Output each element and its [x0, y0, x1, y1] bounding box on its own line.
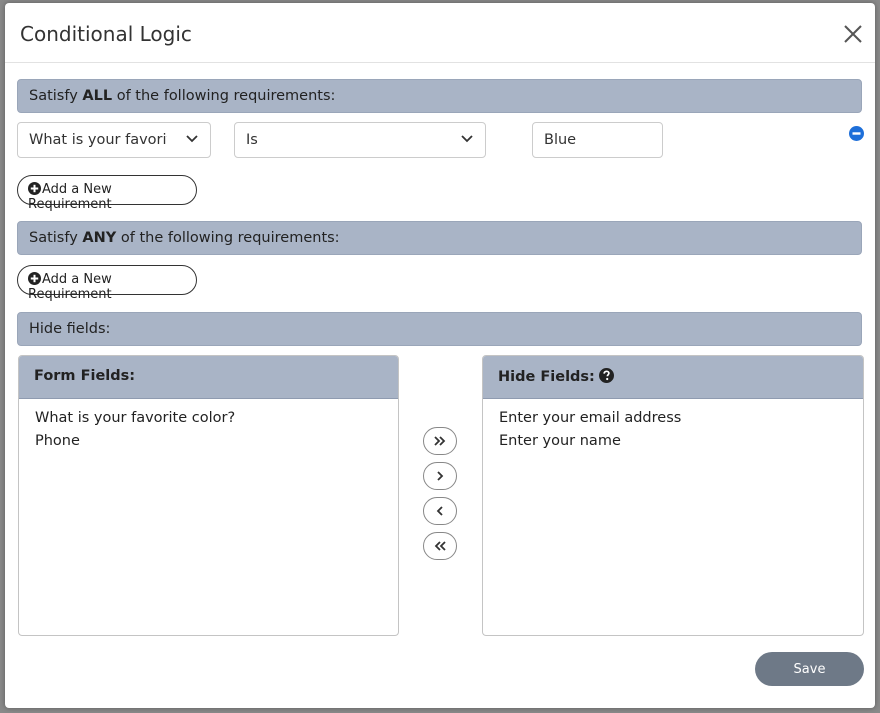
all-bar-suffix: of the following requirements:: [112, 88, 336, 104]
hide-fields-header: Hide Fields:: [483, 356, 863, 399]
move-all-left-icon: [434, 541, 446, 551]
move-all-right-button[interactable]: [423, 427, 457, 455]
field-select[interactable]: What is your favorite color?: [17, 122, 211, 158]
plus-circle-icon: [28, 272, 41, 285]
chevron-down-icon: [186, 135, 198, 143]
add-all-requirement-button[interactable]: Add a New Requirement: [17, 175, 197, 212]
list-item[interactable]: Enter your name: [499, 430, 847, 453]
question-circle-icon[interactable]: [598, 368, 614, 383]
any-bar-emphasis: ANY: [82, 230, 117, 246]
move-right-icon: [437, 471, 444, 481]
operator-select-value: Is: [246, 132, 258, 148]
any-bar-suffix: of the following requirements:: [116, 230, 340, 246]
form-fields-panel: Form Fields: What is your favorite color…: [18, 355, 399, 636]
all-bar-emphasis: ALL: [82, 88, 113, 104]
list-item[interactable]: Enter your email address: [499, 407, 847, 430]
move-all-left-button[interactable]: [423, 532, 457, 560]
add-any-requirement-button[interactable]: Add a New Requirement: [17, 265, 197, 302]
minus-circle-icon: [849, 126, 864, 141]
move-all-right-icon: [434, 436, 446, 446]
conditional-logic-modal: Conditional Logic Satisfy ALL of the fol…: [5, 3, 875, 708]
hide-fields-list[interactable]: Enter your email address Enter your name: [483, 399, 863, 461]
hide-fields-header-label: Hide Fields:: [498, 369, 595, 385]
operator-select[interactable]: Is: [234, 122, 486, 158]
any-bar-prefix: Satisfy: [29, 230, 83, 246]
form-fields-header: Form Fields:: [19, 356, 398, 399]
field-select-value: What is your favorite color?: [29, 132, 167, 148]
remove-requirement-button[interactable]: [849, 126, 864, 141]
all-requirements-bar: Satisfy ALL of the following requirement…: [17, 79, 862, 113]
value-input[interactable]: Blue: [532, 122, 663, 158]
form-fields-list[interactable]: What is your favorite color? Phone: [19, 399, 398, 461]
close-icon: [844, 25, 862, 43]
modal-title: Conditional Logic: [20, 22, 192, 46]
move-left-icon: [436, 506, 443, 516]
chevron-down-icon: [461, 135, 473, 143]
plus-circle-icon: [28, 182, 41, 195]
move-right-button[interactable]: [423, 462, 457, 490]
any-requirements-bar: Satisfy ANY of the following requirement…: [17, 221, 862, 255]
list-item[interactable]: Phone: [35, 430, 382, 453]
modal-header: Conditional Logic: [5, 3, 875, 63]
hide-fields-bar: Hide fields:: [17, 312, 862, 346]
move-left-button[interactable]: [423, 497, 457, 525]
hide-fields-panel: Hide Fields: Enter your email address En…: [482, 355, 864, 636]
save-button[interactable]: Save: [755, 652, 864, 686]
all-bar-prefix: Satisfy: [29, 88, 83, 104]
close-button[interactable]: [842, 23, 864, 45]
list-item[interactable]: What is your favorite color?: [35, 407, 382, 430]
hide-fields-bar-title: Hide fields:: [29, 321, 111, 337]
